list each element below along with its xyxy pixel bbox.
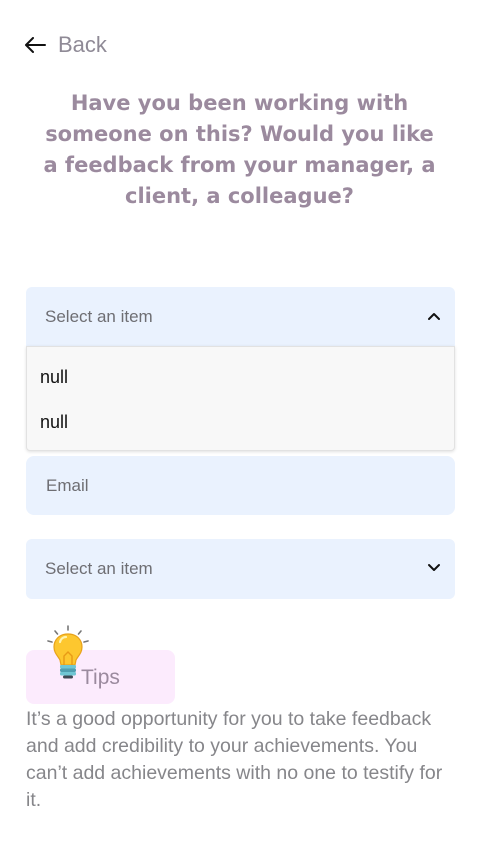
chevron-up-icon xyxy=(427,308,441,326)
select-options-menu: null null xyxy=(26,346,455,451)
feedback-request-screen: Back Have you been working with someone … xyxy=(0,0,479,854)
email-field[interactable] xyxy=(26,456,455,515)
chevron-down-icon xyxy=(427,560,441,578)
contact-type-select[interactable]: Select an item xyxy=(26,287,455,347)
question-heading: Have you been working with someone on th… xyxy=(43,91,436,208)
select-placeholder: Select an item xyxy=(45,559,153,578)
tips-label: Tips xyxy=(81,666,120,689)
email-input[interactable] xyxy=(44,474,437,497)
tips-description: It’s a good opportunity for you to take … xyxy=(26,708,443,811)
relationship-select[interactable]: Select an item xyxy=(26,539,455,599)
select-option[interactable]: null xyxy=(40,412,68,433)
select-placeholder: Select an item xyxy=(45,307,153,326)
select-option[interactable]: null xyxy=(40,367,68,388)
back-label: Back xyxy=(58,32,107,57)
back-button[interactable]: Back xyxy=(24,30,107,60)
arrow-left-icon xyxy=(24,37,46,53)
